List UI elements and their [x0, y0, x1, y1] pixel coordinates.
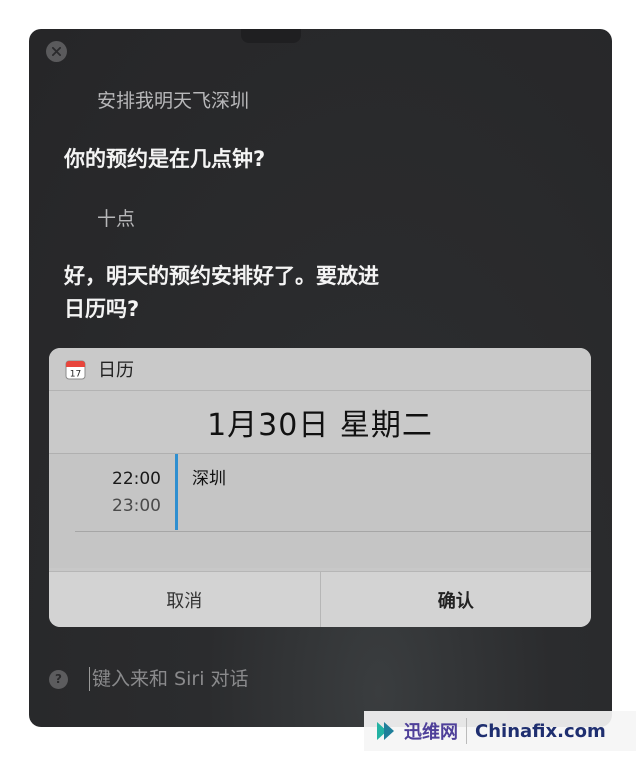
event-color-bar [175, 454, 178, 530]
siri-input-bar: ? [49, 667, 389, 691]
siri-confirm-line1: 好，明天的预约安排好了。要放进 [64, 264, 379, 288]
event-end-time: 23:00 [112, 496, 161, 516]
cancel-button[interactable]: 取消 [49, 572, 320, 627]
siri-window: 安排我明天飞深圳 你的预约是在几点钟? 十点 好，明天的预约安排好了。要放进 日… [29, 29, 612, 727]
confirm-button[interactable]: 确认 [319, 572, 592, 627]
card-buttons: 取消 确认 [49, 571, 591, 627]
calendar-app-name: 日历 [98, 360, 134, 381]
event-date: 1月30日 星期二 [207, 408, 433, 443]
watermark: 迅维网 Chinafix.com [364, 711, 636, 751]
event-title: 深圳 [192, 469, 226, 489]
watermark-brand-en: Chinafix.com [475, 720, 606, 742]
event-date-row: 1月30日 星期二 [49, 391, 591, 454]
calendar-icon: 17 [65, 360, 86, 379]
calendar-card-header: 17 日历 [49, 348, 591, 391]
close-button[interactable] [46, 41, 67, 62]
siri-question-text: 你的预约是在几点钟? [64, 147, 266, 171]
chinafix-logo-icon [377, 722, 394, 740]
window-notch [241, 29, 301, 43]
siri-confirm-line2: 日历吗? [64, 297, 140, 321]
calendar-icon-day: 17 [70, 369, 81, 379]
event-details[interactable]: 22:00 23:00 深圳 [49, 454, 591, 568]
siri-confirm-text: 好，明天的预约安排好了。要放进 日历吗? [64, 260, 504, 326]
watermark-separator [466, 718, 467, 744]
user-request-text: 安排我明天飞深圳 [97, 90, 250, 112]
help-icon[interactable]: ? [49, 669, 68, 689]
event-start-time: 22:00 [112, 469, 161, 489]
siri-text-input[interactable] [89, 667, 389, 691]
watermark-brand-cn: 迅维网 [404, 722, 458, 743]
user-answer-text: 十点 [97, 208, 136, 230]
event-divider [75, 531, 591, 532]
event-times: 22:00 23:00 [79, 466, 161, 520]
calendar-card: 17 日历 1月30日 星期二 22:00 23:00 深圳 取消 确认 [49, 348, 591, 627]
close-icon [52, 47, 61, 56]
